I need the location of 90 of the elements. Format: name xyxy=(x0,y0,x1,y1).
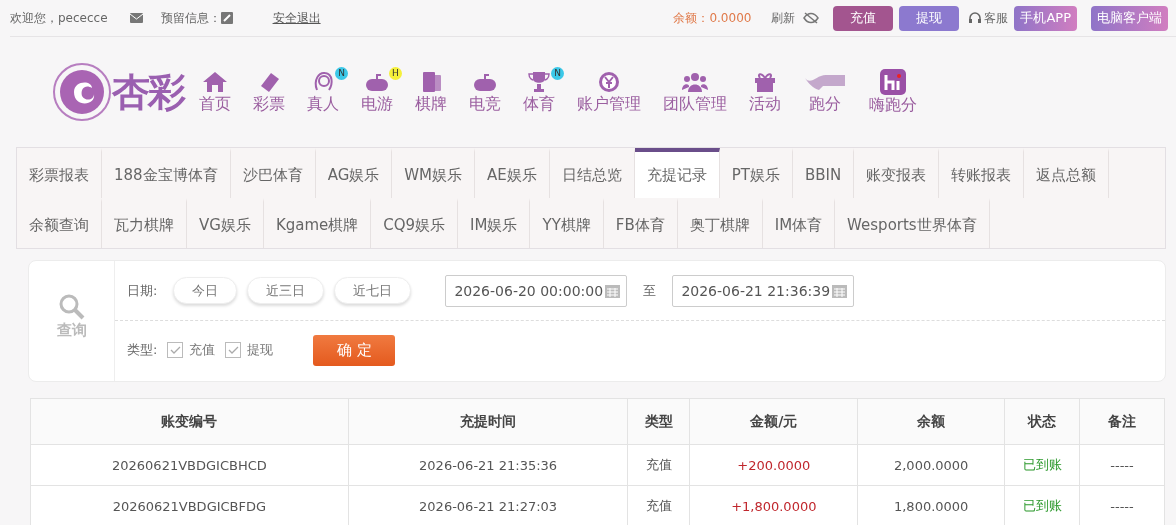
to-label: 至 xyxy=(643,281,657,300)
app-download-button[interactable]: 电脑客户端 xyxy=(1091,5,1168,31)
report-tab[interactable]: 奥丁棋牌 xyxy=(677,198,763,248)
logo-icon xyxy=(52,62,112,122)
report-tab[interactable]: YY棋牌 xyxy=(530,198,604,248)
report-tab[interactable]: 日结总览 xyxy=(549,148,635,198)
report-tab[interactable]: 瓦力棋牌 xyxy=(102,198,187,248)
table-cell: 2026-06-21 21:35:36 xyxy=(348,444,628,486)
app-download-button[interactable]: 手机APP xyxy=(1014,5,1077,31)
report-tab[interactable]: FB体育 xyxy=(603,198,678,248)
nav-item[interactable]: 电竞 xyxy=(458,69,512,115)
nav-item[interactable]: H 电游 xyxy=(350,69,404,115)
report-tab[interactable]: 充提记录 xyxy=(634,148,720,198)
table-cell: 充值 xyxy=(627,444,690,486)
date-range-button[interactable]: 今日 xyxy=(173,277,238,304)
column-header: 账变编号 xyxy=(30,398,349,445)
nav-item[interactable]: 账户管理 xyxy=(566,69,652,115)
eye-slash-icon[interactable] xyxy=(803,12,820,24)
hi-app-icon xyxy=(880,68,906,95)
calendar-icon[interactable] xyxy=(832,283,848,298)
report-tab[interactable]: 彩票报表 xyxy=(17,148,102,198)
column-header: 金额/元 xyxy=(689,398,858,445)
checkbox-label: 提现 xyxy=(247,341,274,359)
nav-badge: H xyxy=(389,66,402,80)
nav-item[interactable]: 嗨跑分 xyxy=(858,68,928,116)
table-cell: 20260621VBDGICBFDG xyxy=(30,485,349,525)
table-cell: 2,000.0000 xyxy=(857,444,1005,486)
nav-item[interactable]: 团队管理 xyxy=(652,69,738,115)
refresh-link[interactable]: 刷新 xyxy=(771,9,796,27)
report-tab[interactable]: 账变报表 xyxy=(854,148,940,198)
logo-text: 杏彩 xyxy=(112,67,184,116)
table-cell: 已到账 xyxy=(1004,444,1080,486)
nav-badge: N xyxy=(551,66,564,80)
report-tab[interactable]: Kgame棋牌 xyxy=(263,198,372,248)
date-to-field[interactable]: 2026-06-21 21:36:39 xyxy=(672,274,855,307)
type-label: 类型: xyxy=(127,341,158,359)
calendar-icon[interactable] xyxy=(605,283,621,298)
nav-item[interactable]: 活动 xyxy=(738,69,792,115)
customer-service-link[interactable]: 客服 xyxy=(984,9,1009,27)
report-tab[interactable]: BBIN xyxy=(793,148,855,198)
report-tab[interactable]: 返点总额 xyxy=(1024,148,1110,198)
checkbox[interactable] xyxy=(167,342,184,358)
report-tab[interactable]: IM娱乐 xyxy=(458,198,531,248)
balance-text: 余额：0.0000 xyxy=(673,9,752,27)
nav-item[interactable]: N 真人 xyxy=(296,69,350,115)
withdraw-button[interactable]: 提现 xyxy=(899,5,960,31)
table-cell: +200.0000 xyxy=(689,444,858,486)
column-header: 状态 xyxy=(1004,398,1080,445)
table-cell: ----- xyxy=(1079,444,1165,486)
report-tab[interactable]: 沙巴体育 xyxy=(230,148,316,198)
headset-icon[interactable] xyxy=(969,12,982,24)
nav-item[interactable]: 跑分 xyxy=(792,69,858,115)
nav-item[interactable]: 彩票 xyxy=(242,69,296,115)
column-header: 类型 xyxy=(627,398,690,445)
reserved-info-label: 预留信息： xyxy=(160,9,221,27)
nav-item[interactable]: 棋牌 xyxy=(404,69,458,115)
edit-icon[interactable] xyxy=(220,12,233,24)
report-tab[interactable]: AE娱乐 xyxy=(475,148,550,198)
report-tab[interactable]: Wesports世界体育 xyxy=(835,198,990,248)
nav-item[interactable]: N 体育 xyxy=(512,69,566,115)
column-header: 充提时间 xyxy=(348,398,628,445)
trophy-icon xyxy=(525,69,553,94)
report-tab[interactable]: 余额查询 xyxy=(17,198,102,248)
nav-badge: N xyxy=(335,66,348,80)
date-from-field[interactable]: 2026-06-20 00:00:00 xyxy=(445,274,628,307)
query-label: 查询 xyxy=(56,321,87,340)
nav-item[interactable]: 首页 xyxy=(188,69,242,115)
logout-link[interactable]: 安全退出 xyxy=(272,9,321,27)
checkbox[interactable] xyxy=(225,342,242,358)
report-tab[interactable]: 转账报表 xyxy=(939,148,1025,198)
report-tab[interactable]: CQ9娱乐 xyxy=(371,198,459,248)
report-tab[interactable]: VG娱乐 xyxy=(187,198,264,248)
report-tab[interactable]: 188金宝博体育 xyxy=(102,148,231,198)
mail-icon[interactable] xyxy=(129,13,143,23)
confirm-button[interactable]: 确 定 xyxy=(313,334,396,366)
search-icon[interactable] xyxy=(57,293,86,321)
date-range-button[interactable]: 近七日 xyxy=(334,277,412,304)
report-tab[interactable]: AG娱乐 xyxy=(315,148,393,198)
date-label: 日期: xyxy=(127,281,158,300)
report-tab[interactable]: PT娱乐 xyxy=(719,148,793,198)
report-tab[interactable]: IM体育 xyxy=(762,198,836,248)
table-cell: 20260621VBDGICBHCD xyxy=(30,444,349,486)
welcome-text: 欢迎您，pececce xyxy=(10,9,108,27)
deposit-button[interactable]: 充值 xyxy=(833,5,894,31)
checkbox-label: 充值 xyxy=(189,341,216,359)
date-range-button[interactable]: 近三日 xyxy=(247,277,325,304)
column-header: 备注 xyxy=(1079,398,1165,445)
house-icon xyxy=(201,69,229,94)
report-tab[interactable]: WM娱乐 xyxy=(392,148,476,198)
column-header: 余额 xyxy=(857,398,1005,445)
